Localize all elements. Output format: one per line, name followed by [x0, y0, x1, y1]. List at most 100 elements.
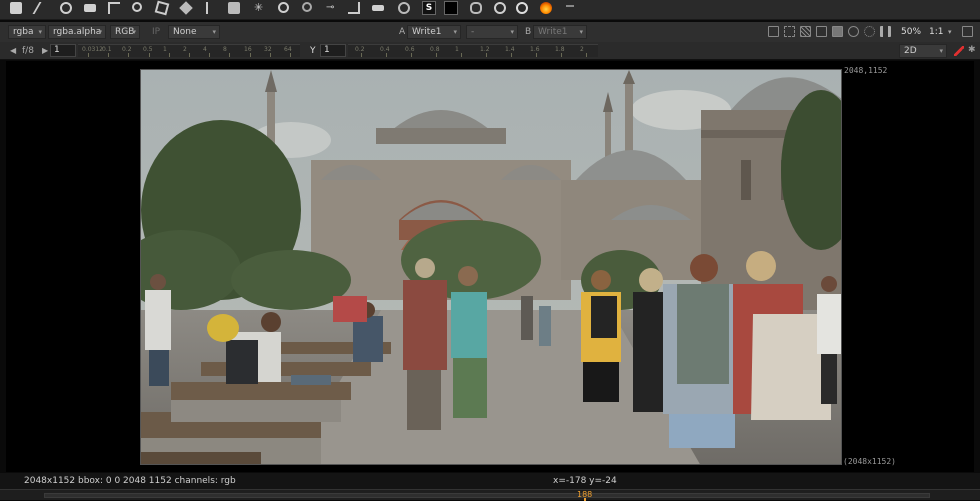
gain-tick-label: 1 [163, 46, 167, 53]
gain-tick-label: 2 [183, 46, 187, 53]
dots-icon[interactable] [372, 5, 384, 11]
gamma-tick-mark [511, 53, 512, 57]
rect-icon[interactable] [84, 4, 96, 12]
checker-icon[interactable] [800, 26, 811, 37]
gain-tick-mark [169, 53, 170, 57]
clip-icon[interactable] [832, 26, 843, 37]
proxy-ratio[interactable]: 1:1 [929, 26, 943, 38]
b-input-dropdown[interactable]: Write1 ▾ [533, 25, 587, 39]
refresh-icon[interactable] [848, 26, 859, 37]
gamma-tick-mark [486, 53, 487, 57]
gamma-tick-label: 1.8 [555, 46, 565, 53]
cam-icon[interactable] [516, 2, 528, 14]
settings-icon[interactable] [962, 26, 973, 37]
region-icon[interactable] [784, 26, 795, 37]
gamma-tick-label: 0.4 [380, 46, 390, 53]
fstop-label: f/8 [22, 46, 34, 56]
timeline[interactable]: 188 [0, 489, 980, 501]
viewer-panel[interactable]: 2048,1152 (2048x1152) [6, 61, 974, 472]
proxy-icon[interactable] [444, 1, 458, 15]
merge-icon[interactable] [348, 2, 360, 14]
display-channels-dropdown[interactable]: RGB ▾ [110, 25, 140, 39]
compare-dropdown[interactable]: - ▾ [466, 25, 518, 39]
gain-tick-mark [270, 53, 271, 57]
flame-icon[interactable] [540, 2, 552, 14]
gamma-tick-label: 0.8 [430, 46, 440, 53]
gain-tick-mark [88, 53, 89, 57]
gain-tick-mark [229, 53, 230, 57]
format-size-top: 2048,1152 [844, 66, 888, 75]
gain-tick-label: 64 [284, 46, 292, 53]
box-icon[interactable] [228, 2, 240, 14]
a-input-label: A [399, 27, 406, 37]
next-stop-icon[interactable]: ▶ [42, 45, 48, 57]
prev-stop-icon[interactable]: ◀ [10, 45, 16, 57]
status-bar: 2048x1152 bbox: 0 0 2048 1152 channels: … [0, 473, 980, 489]
glasses-icon[interactable] [278, 2, 289, 13]
overlay-icon[interactable] [816, 26, 827, 37]
link-icon[interactable] [470, 2, 482, 14]
gain-tick-mark [189, 53, 190, 57]
cube-icon[interactable] [179, 1, 193, 15]
top-toolbar: ✳ ⊸ S [0, 0, 980, 20]
s-icon[interactable]: S [422, 1, 436, 15]
keyer-icon[interactable]: ⊸ [326, 2, 338, 14]
grade-icon[interactable] [302, 2, 312, 12]
gamma-tick-mark [361, 53, 362, 57]
target-icon[interactable] [864, 26, 875, 37]
frame-range[interactable] [44, 493, 930, 498]
pause-icon[interactable] [880, 26, 891, 37]
proxy-chevron-down-icon[interactable]: ▾ [948, 26, 952, 38]
gain-tick-label: 0.1 [102, 46, 112, 53]
ip-label[interactable]: IP [152, 26, 160, 38]
alpha-dropdown[interactable]: rgba.alpha ▾ [48, 25, 106, 39]
format-size-bottom: (2048x1152) [843, 457, 896, 466]
menu-icon[interactable] [566, 5, 574, 11]
gamma-tick-mark [436, 53, 437, 57]
lut-dropdown[interactable]: None ▾ [168, 25, 220, 39]
gain-tick-mark [250, 53, 251, 57]
gamma-tick-mark [561, 53, 562, 57]
gamma-tick-mark [461, 53, 462, 57]
gamma-tick-label: 1.4 [505, 46, 515, 53]
gain-tick-label: 0.5 [143, 46, 153, 53]
paint-pen-icon[interactable] [954, 46, 964, 56]
gain-tick-label: 4 [203, 46, 207, 53]
gamma-label: Y [310, 46, 316, 56]
gain-tick-label: 32 [264, 46, 272, 53]
gamma-slider[interactable]: 0.2 0.4 0.6 0.8 1 1.2 1.4 1.6 1.8 2 [348, 44, 598, 57]
gamma-tick-mark [386, 53, 387, 57]
node-icon[interactable] [132, 2, 142, 12]
viewer-gain-gamma-bar: ◀ f/8 ▶ 1 0.0312 0.1 0.2 0.5 1 2 4 8 16 32 64 Y 1 … [0, 42, 980, 60]
gain-field[interactable]: 1 [50, 44, 76, 57]
b-input-label: B [525, 27, 532, 37]
gain-tick-mark [209, 53, 210, 57]
gain-tick-label: 0.0312 [82, 46, 103, 53]
gamma-field[interactable]: 1 [320, 44, 346, 57]
gamma-tick-label: 1.2 [480, 46, 490, 53]
a-input-dropdown[interactable]: Write1 ▾ [407, 25, 461, 39]
zoom-value[interactable]: 50% [901, 26, 921, 38]
nuke-icon[interactable] [494, 2, 506, 14]
paint-icon[interactable] [32, 2, 52, 14]
gamma-tick-label: 1 [455, 46, 459, 53]
arrow-icon[interactable] [206, 2, 208, 14]
gain-tick-label: 8 [223, 46, 227, 53]
crop-icon[interactable] [108, 2, 120, 14]
image-info: 2048x1152 bbox: 0 0 2048 1152 channels: … [24, 476, 236, 486]
gain-slider[interactable]: 0.0312 0.1 0.2 0.5 1 2 4 8 16 32 64 [78, 44, 300, 57]
layer-dropdown[interactable]: rgba ▾ [8, 25, 46, 39]
transform-icon[interactable] [154, 0, 170, 16]
star-icon[interactable]: ✳ [254, 2, 266, 14]
hagia-sophia-image [141, 70, 841, 464]
roi-icon[interactable] [398, 2, 410, 14]
wipe-icon[interactable] [10, 2, 22, 14]
view-mode-dropdown[interactable]: 2D ▾ [899, 44, 947, 58]
gamma-tick-label: 2 [580, 46, 584, 53]
gain-tick-label: 0.2 [122, 46, 132, 53]
roi-toggle-icon[interactable] [768, 26, 779, 37]
circle-icon[interactable] [60, 2, 72, 14]
gain-tick-mark [290, 53, 291, 57]
settings-gear-icon[interactable]: ✱ [968, 44, 976, 56]
gain-tick-label: 16 [244, 46, 252, 53]
